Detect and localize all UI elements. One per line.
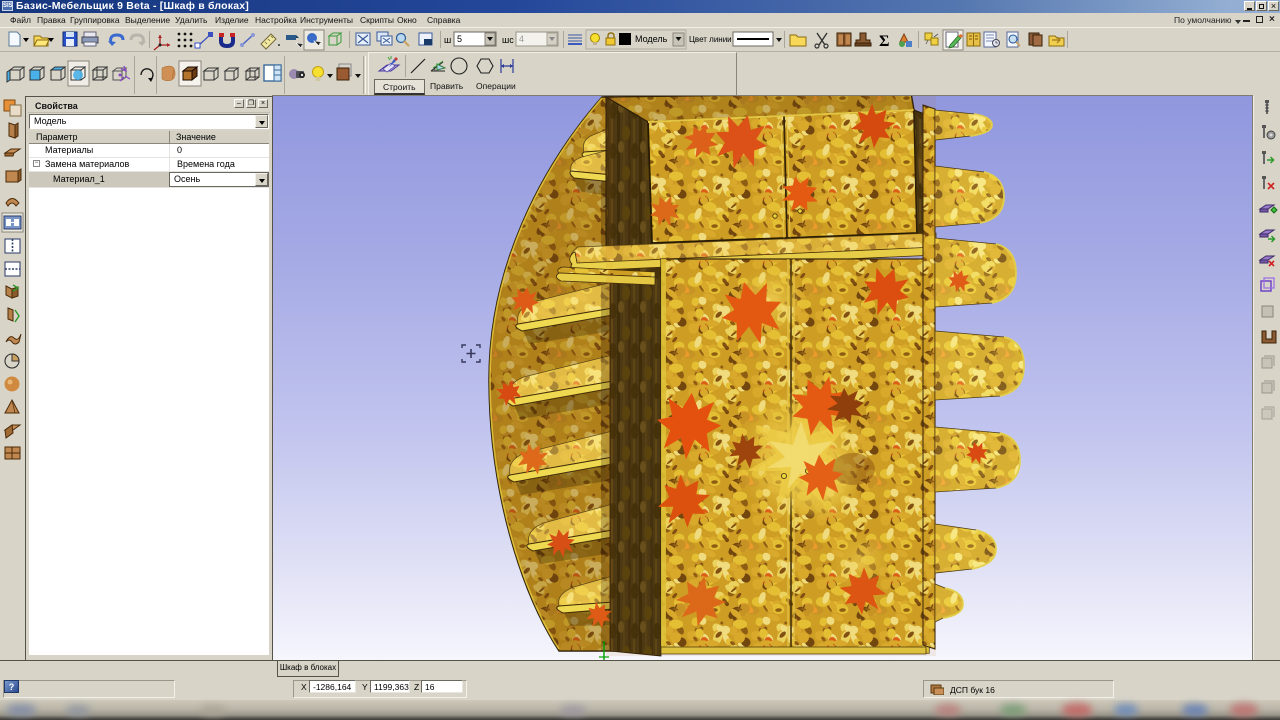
svg-text:шс: шс	[502, 35, 514, 45]
svg-text:4: 4	[519, 34, 524, 44]
svg-text:Модель: Модель	[635, 34, 668, 44]
svg-text:Цвет линии: Цвет линии	[689, 35, 732, 44]
svg-text:5: 5	[457, 34, 462, 44]
svg-text:ш: ш	[444, 35, 451, 45]
svg-text:Σ: Σ	[879, 33, 889, 50]
